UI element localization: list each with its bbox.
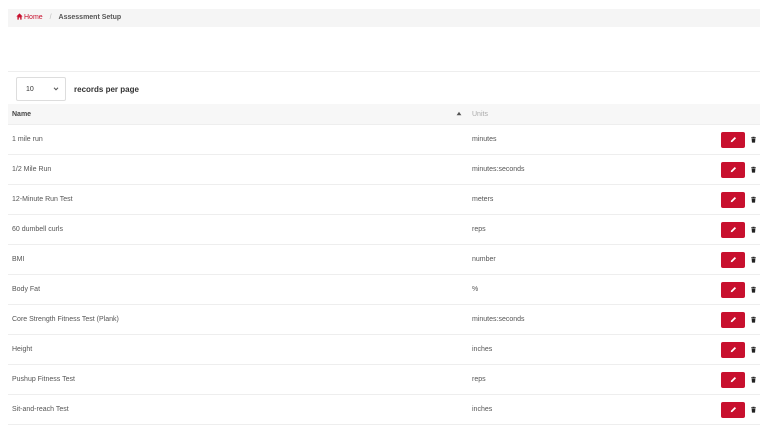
column-header-units-label: Units <box>472 110 488 118</box>
breadcrumb-separator: / <box>49 14 52 21</box>
cell-units: minutes:seconds <box>467 154 715 185</box>
breadcrumb: Home / Assessment Setup <box>8 9 760 27</box>
cell-actions <box>715 244 760 275</box>
table-row[interactable]: 60 dumbell curls reps <box>8 214 760 245</box>
table-row[interactable]: 1 mile run minutes <box>8 124 760 155</box>
cell-name: 1 mile run <box>8 124 467 155</box>
breadcrumb-current: Assessment Setup <box>58 14 122 21</box>
cell-name: 60 dumbell curls <box>8 214 467 245</box>
breadcrumb-home-link[interactable]: Home <box>16 13 45 21</box>
pencil-icon <box>730 406 736 413</box>
table-row[interactable]: Height inches <box>8 334 760 365</box>
table-row[interactable]: Sit-and-reach Test inches <box>8 394 760 425</box>
cell-actions <box>715 394 760 425</box>
cell-name: Body Fat <box>8 274 467 305</box>
records-per-page-select[interactable]: 10 <box>16 77 66 101</box>
trash-icon[interactable] <box>750 226 757 233</box>
trash-icon[interactable] <box>750 376 757 383</box>
trash-icon[interactable] <box>750 286 757 293</box>
table-body: 1 mile run minutes 1/2 Mile Run minutes:… <box>8 124 760 425</box>
cell-name: 12-Minute Run Test <box>8 184 467 215</box>
cell-name: Pushup Fitness Test <box>8 364 467 395</box>
cell-units: reps <box>467 364 715 395</box>
table-row[interactable]: Core Strength Fitness Test (Plank) minut… <box>8 304 760 335</box>
pencil-icon <box>730 346 736 353</box>
table-row[interactable]: Pushup Fitness Test reps <box>8 364 760 395</box>
edit-button[interactable] <box>721 401 745 418</box>
records-per-page-label: records per page <box>74 84 139 94</box>
cell-units: inches <box>467 334 715 365</box>
table-row[interactable]: Body Fat % <box>8 274 760 305</box>
cell-name: 1/2 Mile Run <box>8 154 467 185</box>
cell-actions <box>715 274 760 305</box>
pencil-icon <box>730 136 736 143</box>
cell-actions <box>715 214 760 245</box>
cell-units: reps <box>467 214 715 245</box>
trash-icon[interactable] <box>750 196 757 203</box>
edit-button[interactable] <box>721 341 745 358</box>
cell-actions <box>715 334 760 365</box>
assessment-table: Name Units 1 mile run minutes 1/2 Mile R… <box>8 104 760 425</box>
table-header-row: Name Units <box>8 104 760 125</box>
table-row[interactable]: 12-Minute Run Test meters <box>8 184 760 215</box>
cell-name: BMI <box>8 244 467 275</box>
pencil-icon <box>730 376 736 383</box>
edit-button[interactable] <box>721 191 745 208</box>
trash-icon[interactable] <box>750 346 757 353</box>
cell-units: inches <box>467 394 715 425</box>
cell-name: Height <box>8 334 467 365</box>
home-icon <box>16 13 23 20</box>
chevron-down-icon <box>53 87 59 91</box>
pencil-icon <box>730 196 736 203</box>
table-row[interactable]: BMI number <box>8 244 760 275</box>
cell-units: % <box>467 274 715 305</box>
breadcrumb-home-label: Home <box>24 14 43 21</box>
edit-button[interactable] <box>721 161 745 178</box>
trash-icon[interactable] <box>750 136 757 143</box>
cell-actions <box>715 364 760 395</box>
table-row[interactable]: 1/2 Mile Run minutes:seconds <box>8 154 760 185</box>
pencil-icon <box>730 286 736 293</box>
column-header-name-label: Name <box>12 110 32 118</box>
edit-button[interactable] <box>721 281 745 298</box>
column-header-units[interactable]: Units <box>467 104 715 125</box>
cell-name: Core Strength Fitness Test (Plank) <box>8 304 467 335</box>
panel-divider <box>8 71 760 72</box>
edit-button[interactable] <box>721 371 745 388</box>
records-per-page-control: 10 records per page <box>16 77 139 101</box>
pencil-icon <box>730 256 736 263</box>
cell-actions <box>715 184 760 215</box>
edit-button[interactable] <box>721 221 745 238</box>
edit-button[interactable] <box>721 251 745 268</box>
pencil-icon <box>730 316 736 323</box>
cell-units: minutes <box>467 124 715 155</box>
edit-button[interactable] <box>721 311 745 328</box>
cell-actions <box>715 154 760 185</box>
trash-icon[interactable] <box>750 316 757 323</box>
trash-icon[interactable] <box>750 166 757 173</box>
sort-asc-icon <box>456 111 462 116</box>
trash-icon[interactable] <box>750 256 757 263</box>
trash-icon[interactable] <box>750 406 757 413</box>
cell-units: number <box>467 244 715 275</box>
cell-actions <box>715 124 760 155</box>
cell-actions <box>715 304 760 335</box>
records-per-page-value: 10 <box>26 85 34 93</box>
pencil-icon <box>730 226 736 233</box>
cell-units: minutes:seconds <box>467 304 715 335</box>
edit-button[interactable] <box>721 131 745 148</box>
pencil-icon <box>730 166 736 173</box>
column-header-name[interactable]: Name <box>8 104 467 125</box>
cell-name: Sit-and-reach Test <box>8 394 467 425</box>
column-header-actions <box>715 104 760 125</box>
cell-units: meters <box>467 184 715 215</box>
